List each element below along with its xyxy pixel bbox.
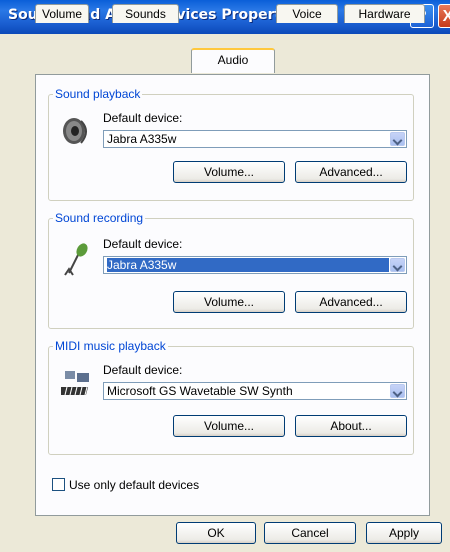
recording-volume-button[interactable]: Volume...	[173, 291, 285, 313]
audio-tab-panel: Sound playback Default device: Jabra A33…	[35, 74, 430, 516]
midi-playback-group: MIDI music playback Default device: Micr…	[48, 339, 414, 455]
playback-volume-button[interactable]: Volume...	[173, 161, 285, 183]
recording-default-device-label: Default device:	[103, 237, 183, 251]
recording-device-select[interactable]: Jabra A335w	[103, 256, 407, 274]
sound-playback-legend: Sound playback	[55, 87, 141, 101]
close-button[interactable]: X	[438, 4, 450, 28]
midi-device-select[interactable]: Microsoft GS Wavetable SW Synth	[103, 382, 407, 400]
playback-device-select[interactable]: Jabra A335w	[103, 130, 407, 148]
recording-device-value: Jabra A335w	[107, 258, 389, 272]
close-icon: X	[442, 8, 450, 25]
chevron-down-icon[interactable]	[390, 258, 405, 272]
tab-voice[interactable]: Voice	[276, 4, 338, 23]
microphone-icon	[61, 241, 93, 276]
midi-volume-button[interactable]: Volume...	[173, 415, 285, 437]
midi-about-button[interactable]: About...	[295, 415, 407, 437]
chevron-down-icon[interactable]	[390, 384, 405, 398]
tab-hardware[interactable]: Hardware	[344, 4, 425, 23]
midi-keyboard-icon	[53, 365, 93, 397]
playback-device-value: Jabra A335w	[107, 132, 177, 146]
midi-default-device-label: Default device:	[103, 363, 183, 377]
playback-advanced-button[interactable]: Advanced...	[295, 161, 407, 183]
chevron-down-icon[interactable]	[390, 132, 405, 146]
tab-volume[interactable]: Volume	[35, 4, 89, 23]
cancel-button[interactable]: Cancel	[264, 522, 356, 544]
midi-device-value: Microsoft GS Wavetable SW Synth	[107, 384, 293, 398]
tab-sounds[interactable]: Sounds	[112, 4, 179, 23]
recording-advanced-button[interactable]: Advanced...	[295, 291, 407, 313]
sound-playback-group: Sound playback Default device: Jabra A33…	[48, 87, 414, 201]
use-default-only-label[interactable]: Use only default devices	[69, 478, 199, 492]
apply-button[interactable]: Apply	[366, 522, 442, 544]
playback-default-device-label: Default device:	[103, 111, 183, 125]
midi-playback-legend: MIDI music playback	[55, 339, 166, 353]
speaker-icon	[61, 115, 93, 147]
ok-button[interactable]: OK	[176, 522, 256, 544]
sound-recording-legend: Sound recording	[55, 211, 144, 225]
tab-audio[interactable]: Audio	[191, 48, 275, 73]
use-default-only-checkbox[interactable]	[52, 478, 65, 491]
sound-recording-group: Sound recording Default device: Jabra A3…	[48, 211, 414, 329]
